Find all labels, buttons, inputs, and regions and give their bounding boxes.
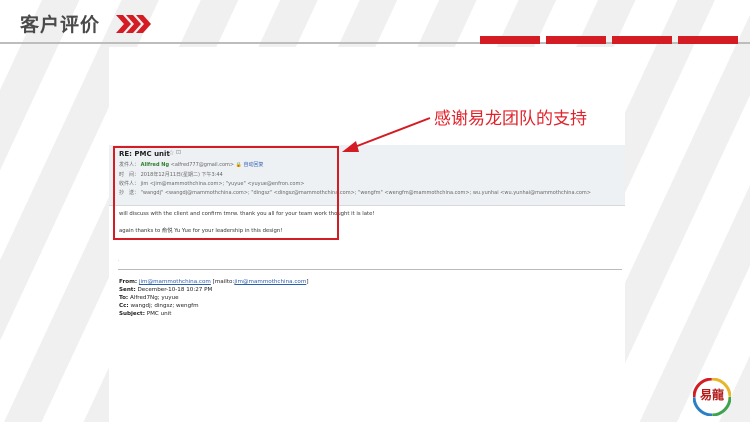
logo-text: 易龍 [699, 388, 724, 402]
callout-text: 感谢易龙团队的支持 [434, 109, 587, 129]
callout-arrow-icon [342, 117, 431, 152]
